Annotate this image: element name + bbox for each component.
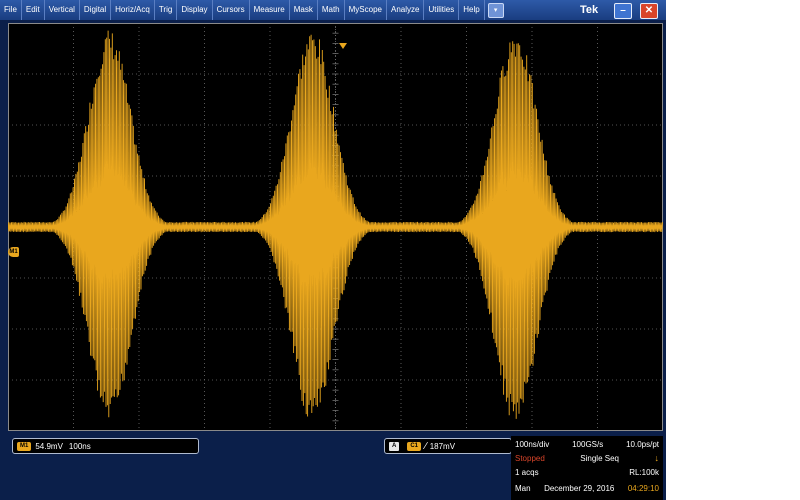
- waveform-path: [8, 30, 663, 419]
- acquisition-status: Stopped: [515, 453, 545, 463]
- menu-dropdown-button[interactable]: ▾: [487, 2, 504, 18]
- graticule-svg: [8, 23, 663, 431]
- trigger-position-marker[interactable]: [339, 43, 347, 49]
- acquisition-mode: Single Seq: [580, 453, 619, 463]
- menu-edit[interactable]: Edit: [22, 0, 45, 20]
- menu-vertical[interactable]: Vertical: [45, 0, 80, 20]
- horizontal-scale: 100ns/div: [515, 439, 550, 449]
- trigger-readout[interactable]: A C1 ∕ 187mV: [384, 438, 512, 454]
- record-length: RL:100k: [629, 467, 659, 477]
- waveform-trace: [8, 30, 663, 419]
- minimize-button[interactable]: –: [614, 3, 632, 19]
- menu-analyze[interactable]: Analyze: [387, 0, 425, 20]
- readout-panel: M1 54.9mV 100ns A C1 ∕ 187mV 100ns/div 1…: [8, 434, 663, 500]
- menu-display[interactable]: Display: [177, 0, 213, 20]
- acquisition-count: 1 acqs: [515, 467, 539, 477]
- menu-bar: File Edit Vertical Digital Horiz/Acq Tri…: [0, 0, 666, 20]
- m1-readout[interactable]: M1 54.9mV 100ns: [12, 438, 199, 454]
- trigger-arrow-icon: ↓: [654, 453, 659, 463]
- close-button[interactable]: ✕: [640, 3, 658, 19]
- menu-utilities[interactable]: Utilities: [424, 0, 460, 20]
- menu-trig[interactable]: Trig: [155, 0, 178, 20]
- sample-rate: 100GS/s: [572, 439, 604, 449]
- trigger-mode: Man: [515, 483, 531, 493]
- rising-slope-icon: ∕: [425, 440, 427, 452]
- trigger-level: 187mV: [429, 441, 456, 451]
- waveform-display[interactable]: M1: [8, 23, 663, 431]
- menu-file[interactable]: File: [0, 0, 22, 20]
- time-per-point: 10.0ps/pt: [626, 439, 659, 449]
- menu-math[interactable]: Math: [318, 0, 345, 20]
- menu-measure[interactable]: Measure: [250, 0, 290, 20]
- m1-ground-marker[interactable]: M1: [8, 247, 19, 257]
- m1-scale: 54.9mV: [35, 441, 63, 451]
- tek-logo: Tek: [580, 4, 599, 16]
- trigger-channel-tag: C1: [407, 441, 422, 451]
- oscilloscope-window: File Edit Vertical Digital Horiz/Acq Tri…: [0, 0, 666, 500]
- m1-tag: M1: [17, 441, 32, 451]
- menu-cursors[interactable]: Cursors: [213, 0, 250, 20]
- date: December 29, 2016: [544, 483, 615, 493]
- trigger-a-tag: A: [389, 441, 400, 451]
- menu-help[interactable]: Help: [459, 0, 485, 20]
- clock-time: 04:29:10: [627, 483, 659, 493]
- menu-mask[interactable]: Mask: [290, 0, 318, 20]
- menu-digital[interactable]: Digital: [80, 0, 112, 20]
- acquisition-panel[interactable]: 100ns/div 100GS/s 10.0ps/pt Stopped Sing…: [511, 436, 663, 500]
- menu-myscope[interactable]: MyScope: [345, 0, 387, 20]
- m1-time: 100ns: [68, 441, 91, 451]
- menu-horiz-acq[interactable]: Horiz/Acq: [111, 0, 155, 20]
